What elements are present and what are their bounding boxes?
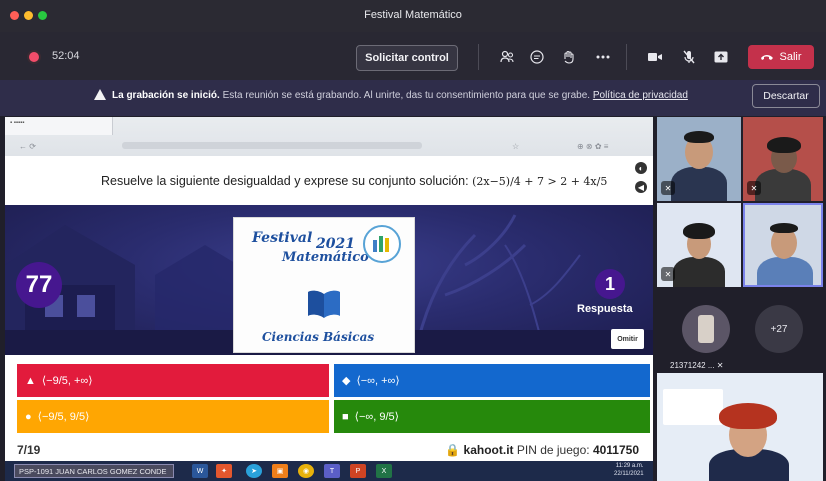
window-title: Festival Matemático (364, 9, 462, 21)
participant-video-active[interactable] (743, 203, 823, 287)
participant-video[interactable]: ✕ (657, 117, 741, 201)
word-icon[interactable]: W (192, 464, 208, 478)
presenter-video[interactable] (657, 373, 823, 481)
question-text: Resuelve la siguiente desigualdad y expr… (101, 174, 607, 188)
anniversary-logo-icon (363, 225, 401, 263)
festival-poster: Festival 2021 Matemático Ciencias Básica… (233, 217, 415, 353)
leave-button[interactable]: Salir (748, 45, 814, 69)
mic-off-icon[interactable] (678, 46, 700, 68)
shared-screen: ▪ ▪▪▪▪▪ ← ⟳ ☆ ⊕ ⊗ ✿ ≡ Resuelve la siguie… (5, 117, 653, 461)
camera-icon[interactable] (644, 46, 666, 68)
recording-icon (29, 52, 39, 62)
poster-title-2: Matemático (282, 250, 369, 265)
share-screen-icon[interactable] (710, 46, 732, 68)
participants-icon[interactable] (496, 46, 518, 68)
question-prefix: Resuelve la siguiente desigualdad y expr… (101, 174, 469, 188)
taskbar-user-window[interactable]: PSP-1091 JUAN CARLOS GOMEZ CONDE (14, 464, 174, 478)
svg-text:⊕ ⊗ ✿ ≡: ⊕ ⊗ ✿ ≡ (577, 142, 609, 151)
browser-tab[interactable]: ▪ ▪▪▪▪▪ (5, 117, 113, 135)
phone-icon (761, 55, 774, 60)
question-progress: 7/19 (17, 443, 41, 457)
folder-icon[interactable]: ▣ (272, 464, 288, 478)
answer-text: ⟨−∞, 9/5⟩ (354, 411, 399, 423)
powerpoint-icon[interactable]: P (350, 464, 366, 478)
participant-video[interactable]: ✕ (743, 117, 823, 201)
pin-value: 4011750 (592, 443, 639, 457)
browser-address-bar[interactable]: ← ⟳ ☆ ⊕ ⊗ ✿ ≡ (17, 139, 647, 153)
banner-message: Esta reunión se está grabando. Al unirte… (222, 90, 591, 101)
taskbar-clock: 11:29 a.m. 22/11/2021 (614, 462, 644, 478)
participant-video[interactable]: ✕ (657, 203, 741, 287)
poster-mirror (663, 389, 723, 425)
chrome-icon[interactable]: ◉ (298, 464, 314, 478)
svg-text:← ⟳: ← ⟳ (19, 142, 36, 151)
answer-text: ⟨−∞, +∞⟩ (356, 375, 400, 387)
toolbar-divider (478, 44, 479, 70)
poster-subtitle: Ciencias Básicas (262, 330, 375, 344)
mic-off-icon: ✕ (716, 361, 724, 370)
game-pin: 🔒 kahoot.it PIN de juego: 4011750 (445, 443, 639, 457)
answer-text: ⟨−9/5, 9/5⟩ (37, 411, 90, 423)
sound-icon[interactable]: ◐ (635, 162, 647, 174)
skip-button[interactable]: Omitir (611, 329, 644, 349)
book-icon (308, 290, 340, 318)
participant-name: 21371242 ... ✕ (670, 361, 723, 370)
mic-off-icon: ✕ (661, 267, 675, 281)
dismiss-button[interactable]: Descartar (752, 84, 820, 108)
lock-icon: 🔒 (445, 443, 461, 457)
answer-option-square[interactable]: ■ ⟨−∞, 9/5⟩ (334, 400, 650, 433)
app-icon[interactable]: ✦ (216, 464, 232, 478)
reactions-icon[interactable] (558, 46, 580, 68)
chat-icon[interactable] (526, 46, 548, 68)
toolbar-divider (626, 44, 627, 70)
clock-date: 22/11/2021 (614, 471, 644, 477)
poster-title-1: Festival (252, 230, 313, 246)
teams-window: Festival Matemático 52:04 Solicitar cont… (0, 0, 826, 481)
banner-title: La grabación se inició. (112, 90, 220, 101)
leave-label: Salir (779, 51, 802, 63)
answer-count-label: Respuesta (577, 303, 633, 315)
kahoot-site: kahoot.it (463, 443, 514, 457)
diamond-icon: ◆ (342, 375, 351, 387)
triangle-icon: ▲ (25, 374, 36, 387)
recording-notice: La grabación se inició. Esta reunión se … (112, 90, 688, 101)
circle-icon: ● (25, 410, 32, 423)
volume-icon[interactable]: ◀ (635, 181, 647, 193)
svg-text:☆: ☆ (512, 142, 519, 151)
square-icon: ■ (342, 410, 349, 423)
question-timer: 77 (16, 262, 62, 308)
mic-off-icon: ✕ (747, 181, 761, 195)
pin-label: PIN de juego: (516, 443, 590, 457)
answer-option-triangle[interactable]: ▲ ⟨−9/5, +∞⟩ (17, 364, 329, 397)
meeting-timer: 52:04 (52, 50, 80, 62)
answer-count: 1 (595, 269, 625, 299)
privacy-policy-link[interactable]: Política de privacidad (593, 90, 688, 101)
more-participants-button[interactable]: +27 (755, 305, 803, 353)
answer-option-circle[interactable]: ● ⟨−9/5, 9/5⟩ (17, 400, 329, 433)
answer-text: ⟨−9/5, +∞⟩ (41, 375, 93, 387)
question-math: (2x−5)/4 + 7 > 2 + 4x/5 (472, 175, 608, 188)
telegram-icon[interactable]: ➤ (246, 464, 262, 478)
answer-option-diamond[interactable]: ◆ ⟨−∞, +∞⟩ (334, 364, 650, 397)
more-options-icon[interactable] (592, 46, 614, 68)
excel-icon[interactable]: X (376, 464, 392, 478)
clock-time: 11:29 a.m. (615, 463, 644, 469)
participant-name-label: 21371242 ... (670, 361, 715, 370)
warning-icon (94, 89, 106, 100)
mic-off-icon: ✕ (661, 181, 675, 195)
participant-avatar[interactable] (682, 305, 730, 353)
request-control-button[interactable]: Solicitar control (356, 45, 458, 71)
teams-icon[interactable]: T (324, 464, 340, 478)
